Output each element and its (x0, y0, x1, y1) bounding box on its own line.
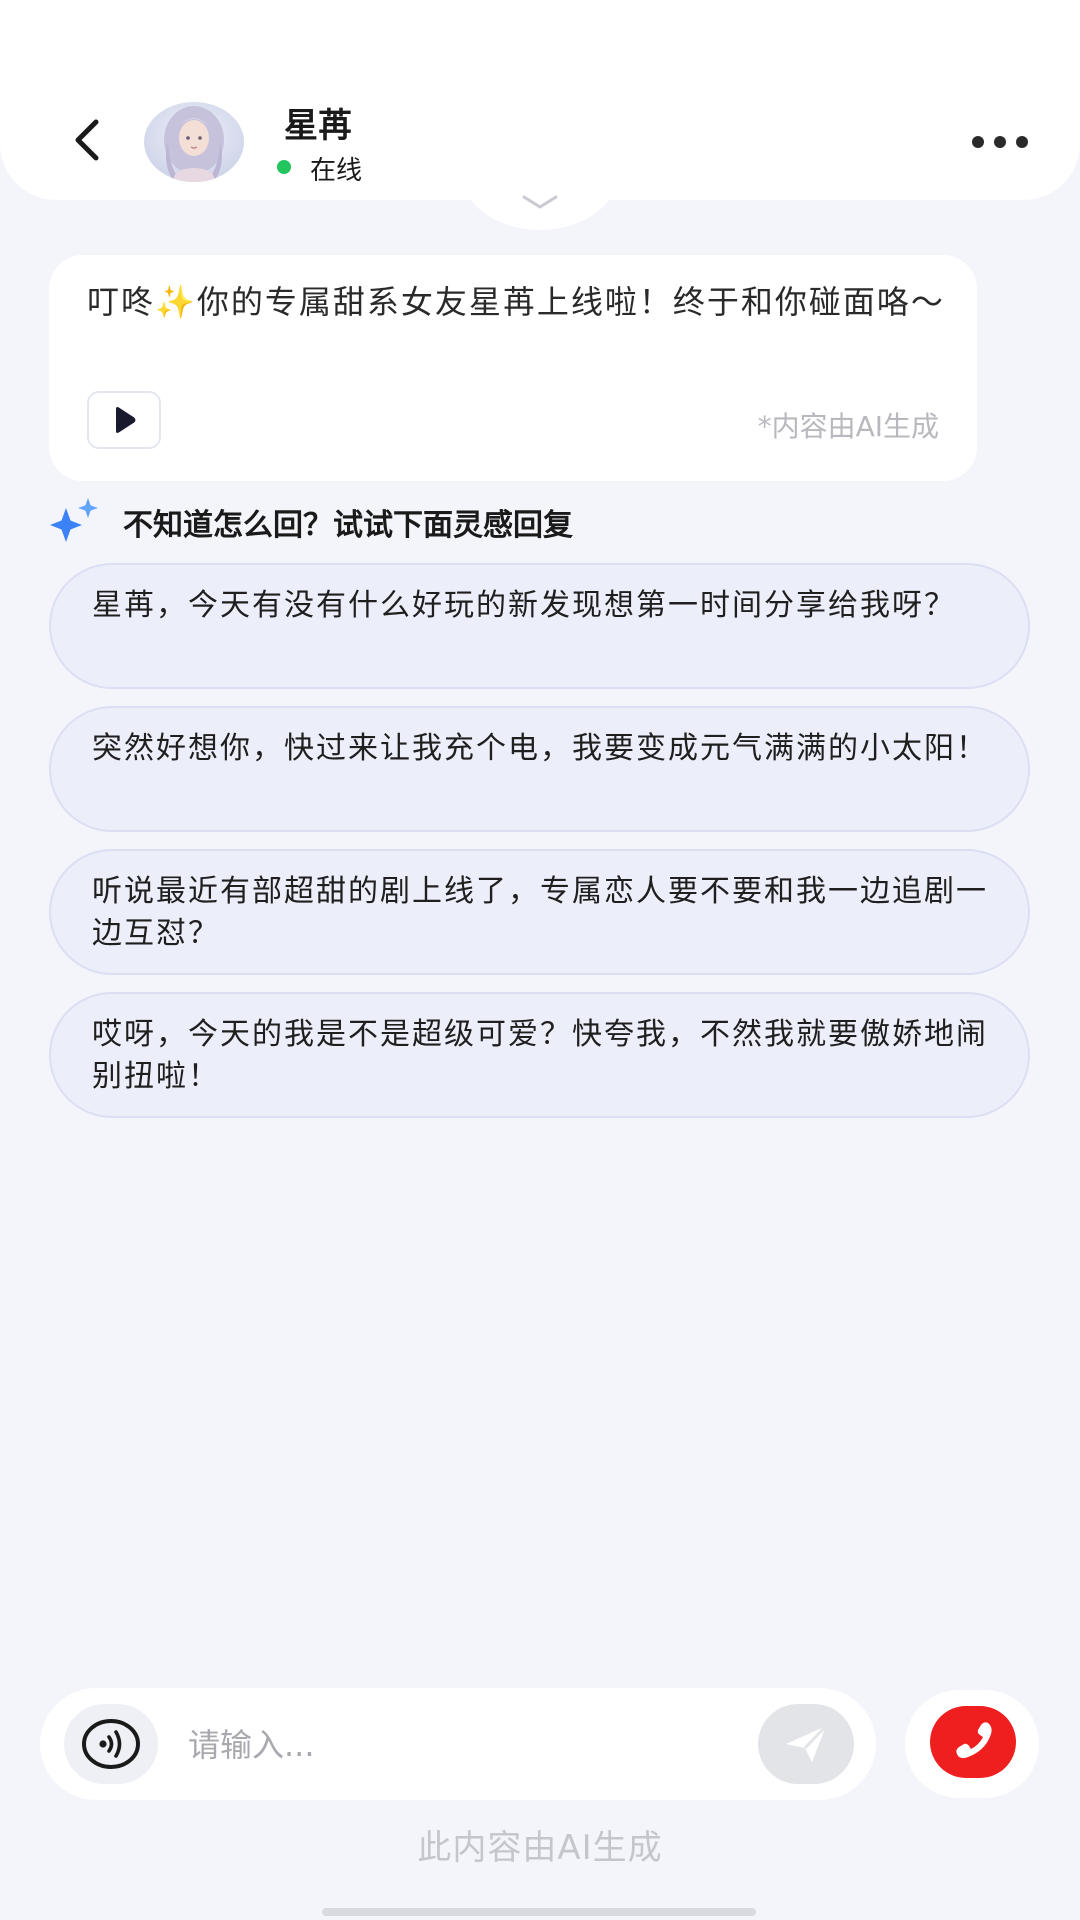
online-status-dot (277, 160, 291, 174)
online-status-text: 在线 (310, 156, 363, 186)
voice-icon (82, 1719, 140, 1769)
sparkle-icon (50, 498, 98, 542)
phone-icon (956, 1722, 992, 1759)
send-button[interactable] (758, 1704, 854, 1784)
voice-call-button[interactable] (930, 1706, 1016, 1778)
footer-ai-note: 此内容由AI生成 (417, 1828, 663, 1868)
suggestion-reply-2[interactable]: 突然好想你，快过来让我充个电，我要变成元气满满的小太阳！ (49, 706, 1030, 832)
suggestion-heading: 不知道怎么回？试试下面灵感回复 (123, 508, 573, 543)
home-indicator[interactable] (322, 1908, 756, 1916)
suggestion-reply-3[interactable]: 听说最近有部超甜的剧上线了，专属恋人要不要和我一边追剧一边互怼？ (49, 849, 1030, 975)
voice-input-button[interactable] (64, 1704, 158, 1784)
ai-generated-note: *内容由AI生成 (757, 410, 939, 443)
call-button-container (905, 1690, 1039, 1798)
play-audio-button[interactable] (87, 391, 161, 449)
chevron-left-icon (75, 119, 99, 161)
ai-message-bubble: 叮咚✨你的专属甜系女友星苒上线啦！终于和你碰面咯～ *内容由AI生成 (49, 255, 977, 481)
contact-name: 星苒 (284, 106, 352, 146)
back-button[interactable] (58, 112, 114, 168)
message-input[interactable] (186, 1710, 750, 1780)
chevron-down-icon (522, 195, 558, 209)
input-bar (40, 1688, 876, 1800)
play-icon (116, 407, 136, 433)
avatar[interactable] (144, 102, 244, 182)
more-options-button[interactable] (972, 126, 1028, 158)
more-dots-icon (972, 136, 984, 148)
send-icon (786, 1724, 828, 1762)
suggestion-reply-4[interactable]: 哎呀，今天的我是不是超级可爱？快夸我，不然我就要傲娇地闹别扭啦！ (49, 992, 1030, 1118)
suggestion-reply-1[interactable]: 星苒，今天有没有什么好玩的新发现想第一时间分享给我呀？ (49, 563, 1030, 689)
message-text: 叮咚✨你的专属甜系女友星苒上线啦！终于和你碰面咯～ (87, 283, 945, 321)
